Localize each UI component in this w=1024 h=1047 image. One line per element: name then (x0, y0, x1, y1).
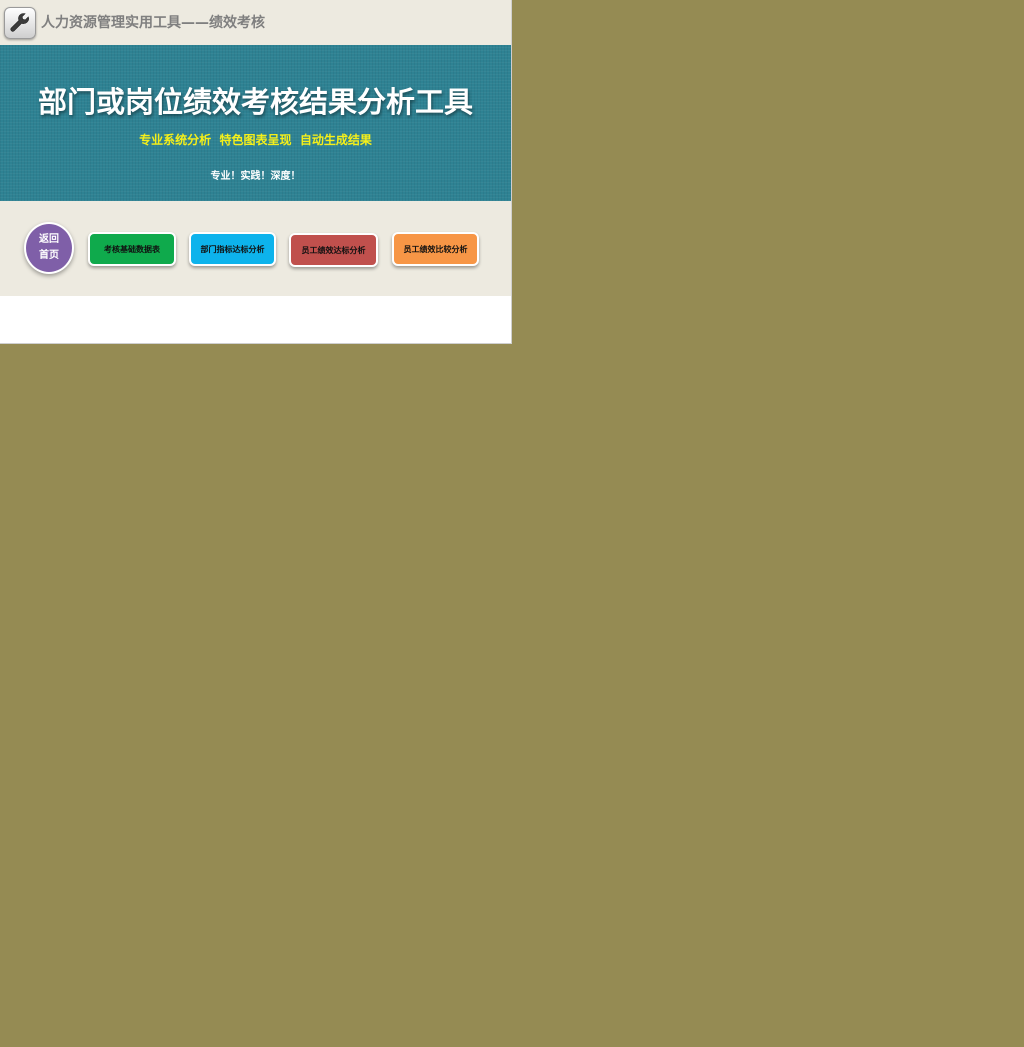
button-label: 考核基础数据表 (104, 244, 160, 254)
banner-motto: 专业！实践！深度！ (210, 171, 301, 182)
employee-comparison-analysis-button[interactable]: 员工绩效比较分析 (392, 232, 479, 266)
button-label: 员工绩效比较分析 (403, 244, 468, 254)
header-bar: 人力资源管理实用工具——绩效考核 (0, 0, 511, 45)
home-button-label-line2: 首页 (39, 250, 59, 261)
navigation-bar: 返回 首页 考核基础数据表 部门指标达标分析 员工绩效达标分析 员工绩效比较分析 (0, 201, 511, 296)
department-target-analysis-button[interactable]: 部门指标达标分析 (189, 232, 276, 266)
employee-target-analysis-button[interactable]: 员工绩效达标分析 (289, 233, 378, 267)
blank-content-area (0, 296, 511, 343)
app-title: 人力资源管理实用工具——绩效考核 (41, 15, 265, 31)
banner-tagline: 专业系统分析 特色图表呈现 自动生成结果 (139, 133, 372, 147)
home-button[interactable]: 返回 首页 (24, 222, 74, 274)
hero-banner: 部门或岗位绩效考核结果分析工具 专业系统分析 特色图表呈现 自动生成结果 专业！… (0, 45, 511, 201)
home-button-label-line1: 返回 (39, 234, 59, 245)
button-label: 员工绩效达标分析 (301, 245, 366, 255)
sheet-panel: 人力资源管理实用工具——绩效考核 部门或岗位绩效考核结果分析工具 专业系统分析 … (0, 0, 512, 344)
wrench-icon (4, 7, 36, 39)
basic-data-table-button[interactable]: 考核基础数据表 (88, 232, 176, 266)
banner-title: 部门或岗位绩效考核结果分析工具 (37, 85, 473, 119)
button-label: 部门指标达标分析 (200, 244, 265, 254)
